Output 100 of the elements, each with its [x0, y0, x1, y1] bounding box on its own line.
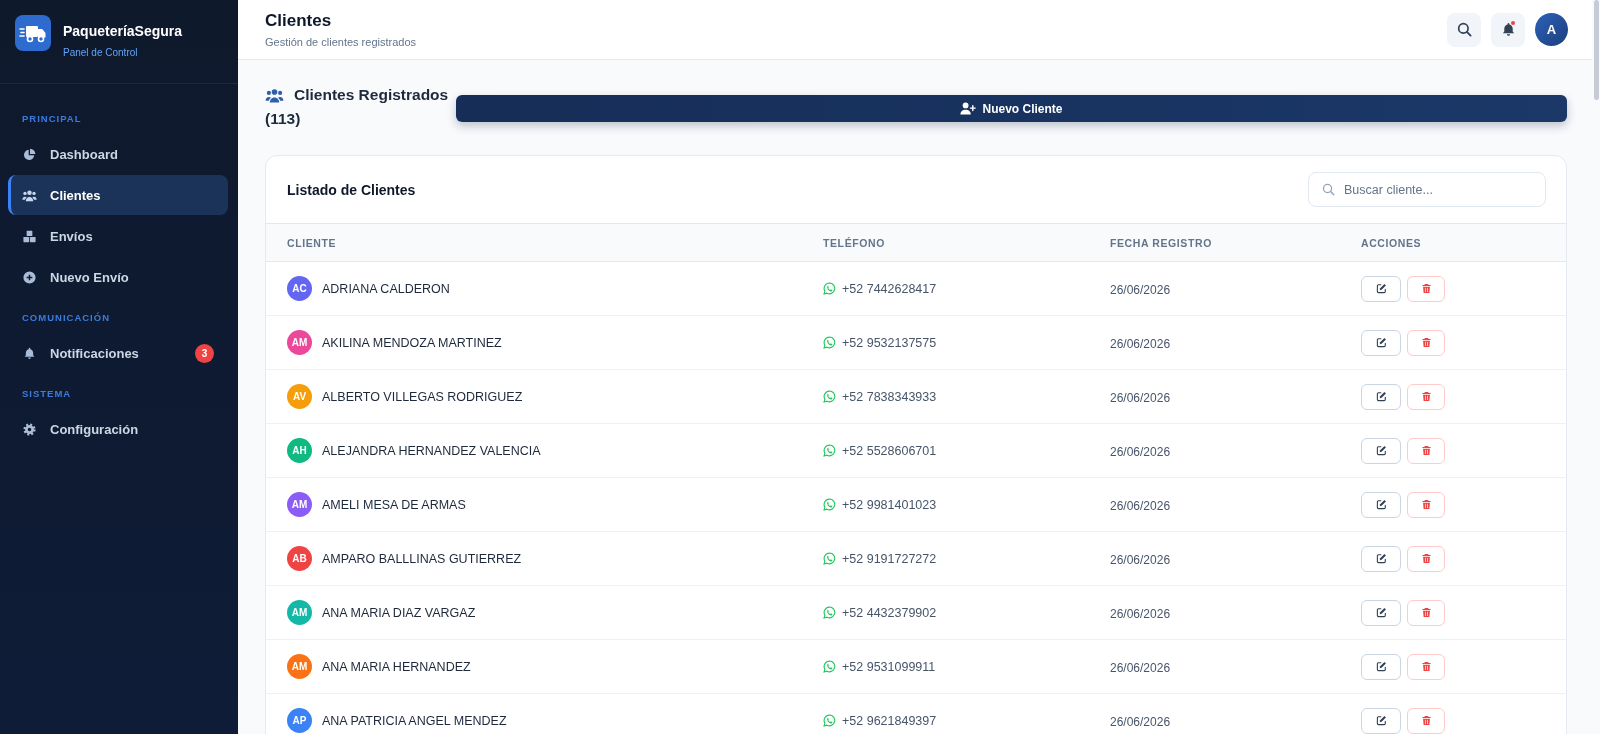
- chat-bubble-phone-icon: [823, 390, 836, 403]
- chat-bubble-phone-icon: [823, 282, 836, 295]
- client-count: (113): [265, 109, 301, 129]
- column-header: CLIENTE: [287, 236, 337, 249]
- user-plus-icon: [960, 102, 977, 115]
- edit-button[interactable]: [1361, 437, 1401, 464]
- delete-button[interactable]: [1407, 491, 1445, 518]
- nav-section-label: SISTEMA: [22, 388, 72, 399]
- phone-number: +52 9191727272: [842, 551, 937, 566]
- scrollbar-thumb[interactable]: [1594, 0, 1599, 100]
- client-avatar: AM: [287, 492, 312, 517]
- phone-number: +52 9621849397: [842, 713, 937, 728]
- client-avatar: AV: [287, 384, 312, 409]
- client-avatar: AM: [287, 330, 312, 355]
- edit-button[interactable]: [1361, 329, 1401, 356]
- phone-number: +52 7838343933: [842, 389, 937, 404]
- search-icon: [1322, 183, 1335, 196]
- client-avatar: AB: [287, 546, 312, 571]
- chat-bubble-phone-icon: [823, 660, 836, 673]
- chat-bubble-phone-icon: [823, 606, 836, 619]
- delete-button[interactable]: [1407, 437, 1445, 464]
- client-name: ANA PATRICIA ANGEL MENDEZ: [322, 713, 507, 728]
- edit-button[interactable]: [1361, 545, 1401, 572]
- column-header: ACCIONES: [1361, 236, 1422, 249]
- edit-button[interactable]: [1361, 491, 1401, 518]
- trash-icon: [1420, 607, 1432, 618]
- count-badge: 3: [195, 343, 214, 363]
- chat-bubble-phone-icon: [823, 552, 836, 565]
- column-header: TELÉFONO: [823, 236, 885, 249]
- registration-date: 26/06/2026: [1110, 660, 1171, 675]
- nav-section-label: PRINCIPAL: [22, 113, 82, 124]
- client-avatar: AP: [287, 708, 312, 733]
- edit-icon: [1375, 499, 1387, 510]
- phone-number: +52 9532137575: [842, 335, 937, 350]
- client-name: AKILINA MENDOZA MARTINEZ: [322, 335, 502, 350]
- edit-button[interactable]: [1361, 599, 1401, 626]
- search-button[interactable]: [1447, 12, 1481, 47]
- trash-icon: [1420, 391, 1432, 402]
- delete-button[interactable]: [1407, 275, 1445, 302]
- notifications-button[interactable]: [1491, 12, 1525, 47]
- registration-date: 26/06/2026: [1110, 714, 1171, 729]
- phone-number: +52 9981401023: [842, 497, 937, 512]
- page-title: Clientes: [265, 10, 332, 31]
- nav-item[interactable]: Envíos: [8, 216, 228, 256]
- edit-button[interactable]: [1361, 707, 1401, 734]
- chat-bubble-phone-icon: [823, 444, 836, 457]
- user-avatar[interactable]: A: [1535, 13, 1568, 46]
- client-avatar: AC: [287, 276, 312, 301]
- client-avatar: AH: [287, 438, 312, 463]
- edit-button[interactable]: [1361, 383, 1401, 410]
- search-field[interactable]: Buscar cliente...: [1308, 172, 1546, 207]
- registration-date: 26/06/2026: [1110, 444, 1171, 459]
- bell-icon: [22, 346, 37, 360]
- registration-date: 26/06/2026: [1110, 390, 1171, 405]
- brand-subtitle: Panel de Control: [63, 46, 138, 59]
- trash-icon: [1420, 337, 1432, 348]
- registration-date: 26/06/2026: [1110, 498, 1171, 513]
- new-client-button[interactable]: Nuevo Cliente: [456, 95, 1567, 122]
- trash-icon: [1420, 715, 1432, 726]
- phone-number: +52 4432379902: [842, 605, 937, 620]
- chat-bubble-phone-icon: [823, 336, 836, 349]
- nav-item[interactable]: Notificaciones 3: [8, 333, 228, 373]
- client-name: AMELI MESA DE ARMAS: [322, 497, 466, 512]
- client-name: AMPARO BALLLINAS GUTIERREZ: [322, 551, 522, 566]
- users-icon: [22, 188, 37, 202]
- nav-section-label: COMUNICACIÓN: [22, 312, 110, 323]
- edit-icon: [1375, 661, 1387, 672]
- phone-number: +52 5528606701: [842, 443, 937, 458]
- search-icon: [1456, 22, 1472, 37]
- delete-button[interactable]: [1407, 599, 1445, 626]
- client-name: ANA MARIA DIAZ VARGAZ: [322, 605, 476, 620]
- users-icon: [265, 87, 284, 103]
- nav-item[interactable]: Clientes: [8, 175, 228, 215]
- truck-icon: [15, 15, 51, 51]
- pie-chart-icon: [22, 147, 37, 161]
- column-header: FECHA REGISTRO: [1110, 236, 1212, 249]
- edit-button[interactable]: [1361, 275, 1401, 302]
- delete-button[interactable]: [1407, 707, 1445, 734]
- delete-button[interactable]: [1407, 653, 1445, 680]
- registration-date: 26/06/2026: [1110, 552, 1171, 567]
- trash-icon: [1420, 283, 1432, 294]
- edit-icon: [1375, 607, 1387, 618]
- nav-item[interactable]: Dashboard: [8, 134, 228, 174]
- nav-item[interactable]: Configuración: [8, 409, 228, 449]
- delete-button[interactable]: [1407, 329, 1445, 356]
- delete-button[interactable]: [1407, 383, 1445, 410]
- phone-number: +52 7442628417: [842, 281, 937, 296]
- gear-icon: [22, 422, 37, 436]
- chat-bubble-phone-icon: [823, 498, 836, 511]
- nav-item[interactable]: Nuevo Envío: [8, 257, 228, 297]
- chat-bubble-phone-icon: [823, 714, 836, 727]
- registration-date: 26/06/2026: [1110, 606, 1171, 621]
- edit-icon: [1375, 715, 1387, 726]
- trash-icon: [1420, 499, 1432, 510]
- client-name: ALEJANDRA HERNANDEZ VALENCIA: [322, 443, 541, 458]
- brand-name: PaqueteríaSegura: [63, 22, 183, 40]
- delete-button[interactable]: [1407, 545, 1445, 572]
- registration-date: 26/06/2026: [1110, 336, 1171, 351]
- edit-button[interactable]: [1361, 653, 1401, 680]
- boxes-icon: [22, 229, 37, 243]
